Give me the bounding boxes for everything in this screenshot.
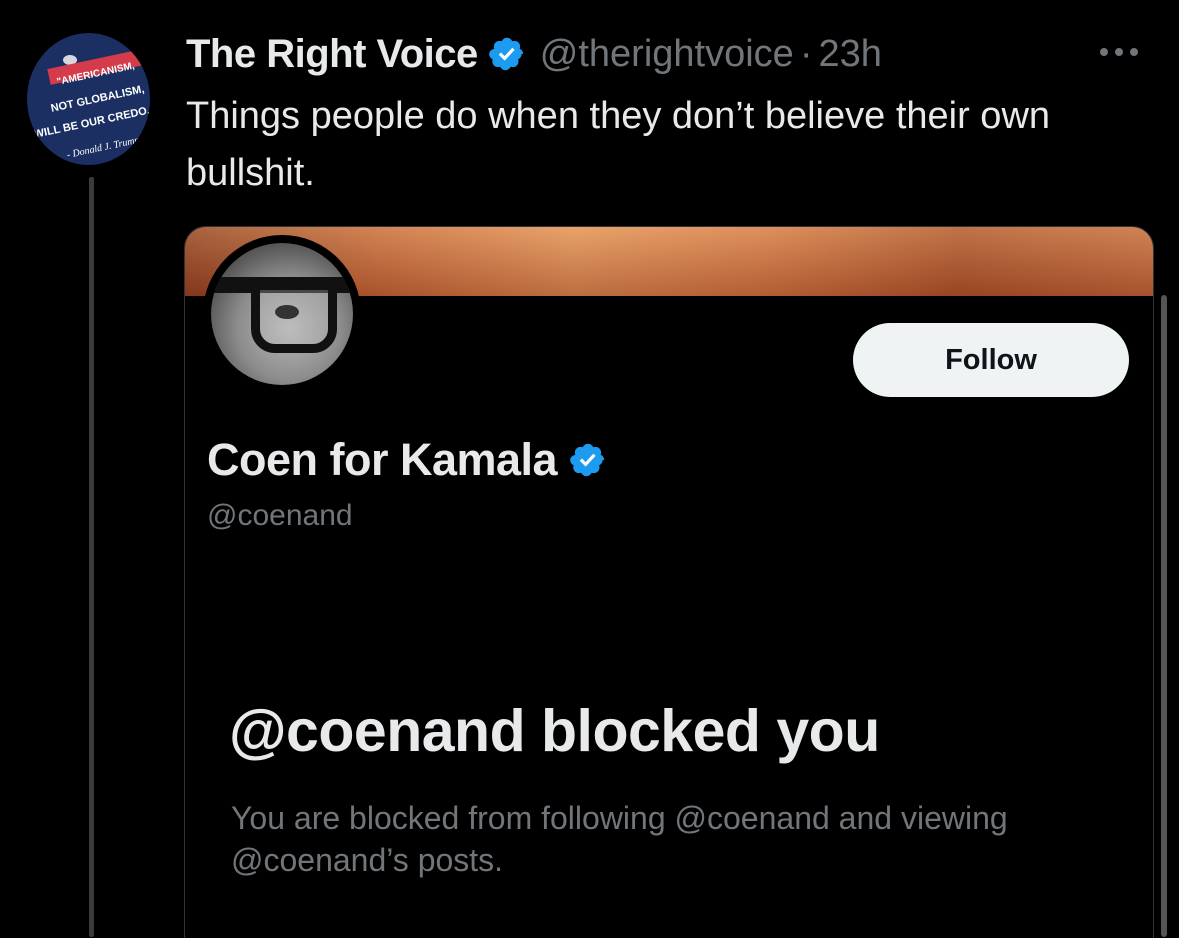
scrollbar[interactable] [1161,295,1167,937]
tweet-text: Things people do when they don’t believe… [186,95,1051,194]
profile-avatar-photo [211,243,353,385]
more-options-icon[interactable] [1100,32,1150,72]
more-dot [1130,48,1138,56]
tweet-header: The Right Voice @therightvoice · 23h [186,30,882,78]
more-dot [1115,48,1123,56]
tweet-timestamp[interactable]: 23h [818,33,881,76]
verified-badge-icon [488,37,524,71]
profile-name-row: Coen for Kamala [207,434,607,486]
profile-name: Coen for Kamala [207,434,558,485]
author-handle[interactable]: @therightvoice [540,33,794,76]
profile-handle: @coenand [207,499,353,532]
separator-dot: · [799,32,813,75]
author-avatar[interactable]: "AMERICANISM, NOT GLOBALISM, WILL BE OUR… [27,33,150,165]
blocked-description: You are blocked from following @coenand … [231,800,1008,878]
more-dot [1100,48,1108,56]
embedded-screenshot[interactable]: Follow Coen for Kamala @coenand @coenand… [184,226,1154,938]
author-name[interactable]: The Right Voice [186,32,478,77]
thread-line [89,177,94,937]
follow-button[interactable]: Follow [853,323,1129,397]
eye [275,305,299,319]
profile-avatar [203,235,361,393]
avatar-text-line4: - Donald J. Trump [65,134,141,161]
blocked-title: @coenand blocked you [229,698,880,764]
verified-badge-icon [570,443,605,477]
